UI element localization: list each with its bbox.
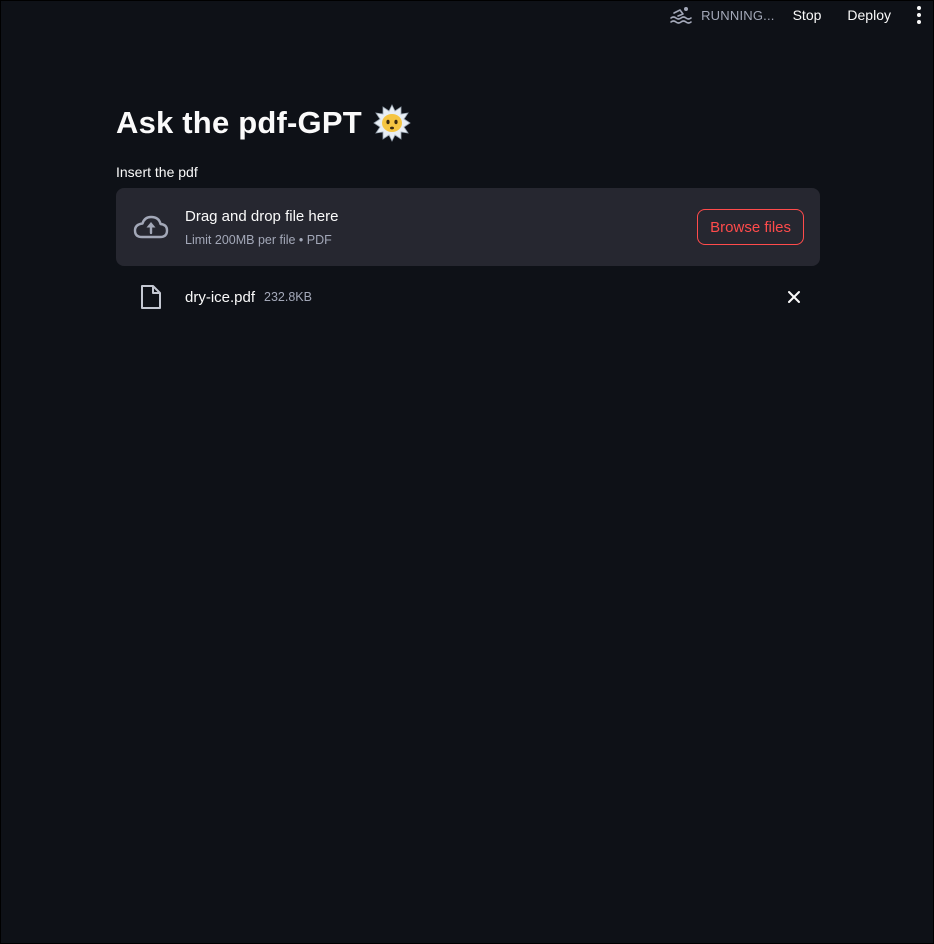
dropzone-limit: Limit 200MB per file • PDF — [185, 232, 332, 247]
page-title: Ask the pdf-GPT — [116, 105, 362, 140]
uploaded-file-item: dry-ice.pdf 232.8KB — [116, 280, 820, 314]
file-name: dry-ice.pdf — [185, 288, 256, 306]
kebab-menu-icon[interactable] — [909, 3, 929, 27]
top-toolbar: RUNNING... Stop Deploy — [669, 1, 933, 29]
main-content: Ask the pdf-GPT Insert the pdf Drag and … — [116, 101, 820, 314]
close-icon[interactable] — [784, 287, 804, 307]
dropzone-text: Drag and drop file here Limit 200MB per … — [185, 207, 697, 248]
cloud-upload-icon — [133, 215, 169, 239]
file-icon — [141, 285, 161, 309]
running-status: RUNNING... — [669, 3, 775, 27]
deploy-button[interactable]: Deploy — [847, 3, 891, 27]
file-dropzone[interactable]: Drag and drop file here Limit 200MB per … — [116, 188, 820, 266]
swimmer-icon — [670, 7, 692, 24]
status-text: RUNNING... — [701, 7, 775, 23]
uploader-label: Insert the pdf — [116, 164, 198, 180]
dizzy-face-emoji — [373, 104, 411, 142]
dropzone-instruction: Drag and drop file here — [185, 207, 339, 225]
browse-files-button[interactable]: Browse files — [697, 209, 804, 245]
title-row: Ask the pdf-GPT — [116, 101, 820, 145]
stop-button[interactable]: Stop — [793, 3, 822, 27]
app-window: RUNNING... Stop Deploy Ask the pdf-GPT I… — [0, 0, 934, 944]
file-size: 232.8KB — [264, 290, 312, 304]
